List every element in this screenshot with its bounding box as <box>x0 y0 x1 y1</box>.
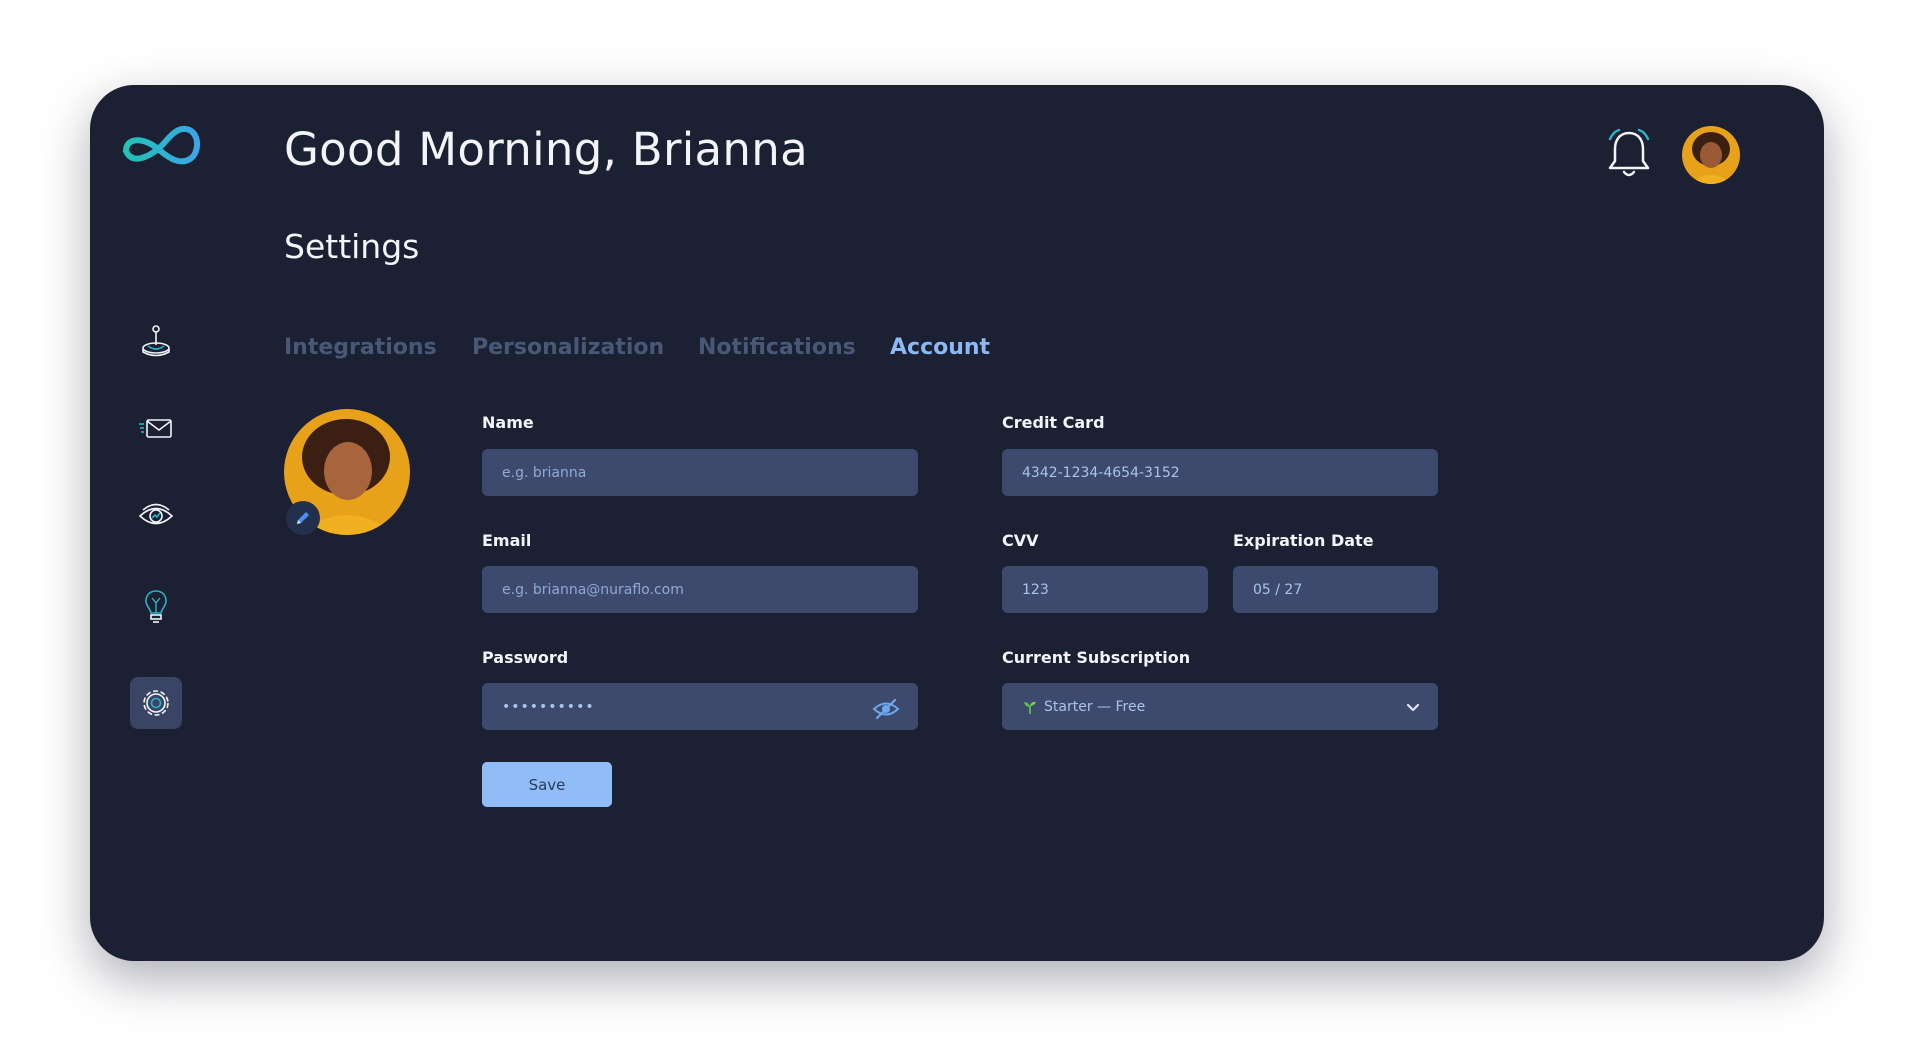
sidebar-item-ideas[interactable] <box>130 581 182 633</box>
edit-photo-button[interactable] <box>286 501 320 535</box>
email-input[interactable] <box>482 566 918 613</box>
tab-notifications[interactable]: Notifications <box>698 335 856 360</box>
password-label: Password <box>482 648 569 667</box>
subscription-label: Current Subscription <box>1002 648 1191 667</box>
save-button[interactable]: Save <box>482 762 612 807</box>
credit-card-input[interactable] <box>1002 449 1438 496</box>
sidebar-item-messages[interactable] <box>130 402 182 454</box>
chevron-down-icon <box>1406 703 1420 712</box>
expiration-date-label: Expiration Date <box>1233 531 1374 550</box>
app-window: Good Morning, Brianna Settings Integrati… <box>90 85 1824 961</box>
tab-account[interactable]: Account <box>890 335 990 360</box>
eye-chart-icon <box>138 503 174 525</box>
credit-card-label: Credit Card <box>1002 413 1105 432</box>
joystick-icon <box>142 325 170 357</box>
hide-password-icon[interactable] <box>872 697 900 721</box>
tab-personalization[interactable]: Personalization <box>472 335 664 360</box>
cvv-label: CVV <box>1002 531 1039 550</box>
gear-icon <box>143 690 169 716</box>
sidebar-item-settings[interactable] <box>130 677 182 729</box>
name-input[interactable] <box>482 449 918 496</box>
greeting-heading: Good Morning, Brianna <box>284 123 808 176</box>
sprout-icon <box>1024 701 1036 714</box>
avatar-image <box>1682 126 1740 184</box>
password-input[interactable] <box>482 683 918 730</box>
sidebar-item-games[interactable] <box>130 315 182 367</box>
name-label: Name <box>482 413 534 432</box>
sidebar-item-insights[interactable] <box>130 490 182 542</box>
email-label: Email <box>482 531 532 550</box>
infinity-logo-icon <box>122 125 200 165</box>
fast-mail-icon <box>139 419 172 438</box>
cvv-input[interactable] <box>1002 566 1208 613</box>
notification-bell-icon[interactable] <box>1604 127 1654 181</box>
page-title: Settings <box>284 227 420 266</box>
subscription-value: Starter — Free <box>1044 698 1146 715</box>
expiration-date-input[interactable] <box>1233 566 1438 613</box>
user-avatar[interactable] <box>1682 126 1740 184</box>
subscription-select[interactable]: Starter — Free <box>1002 683 1438 730</box>
pencil-icon <box>297 512 309 524</box>
lightbulb-icon <box>145 590 167 623</box>
tab-integrations[interactable]: Integrations <box>284 335 437 360</box>
